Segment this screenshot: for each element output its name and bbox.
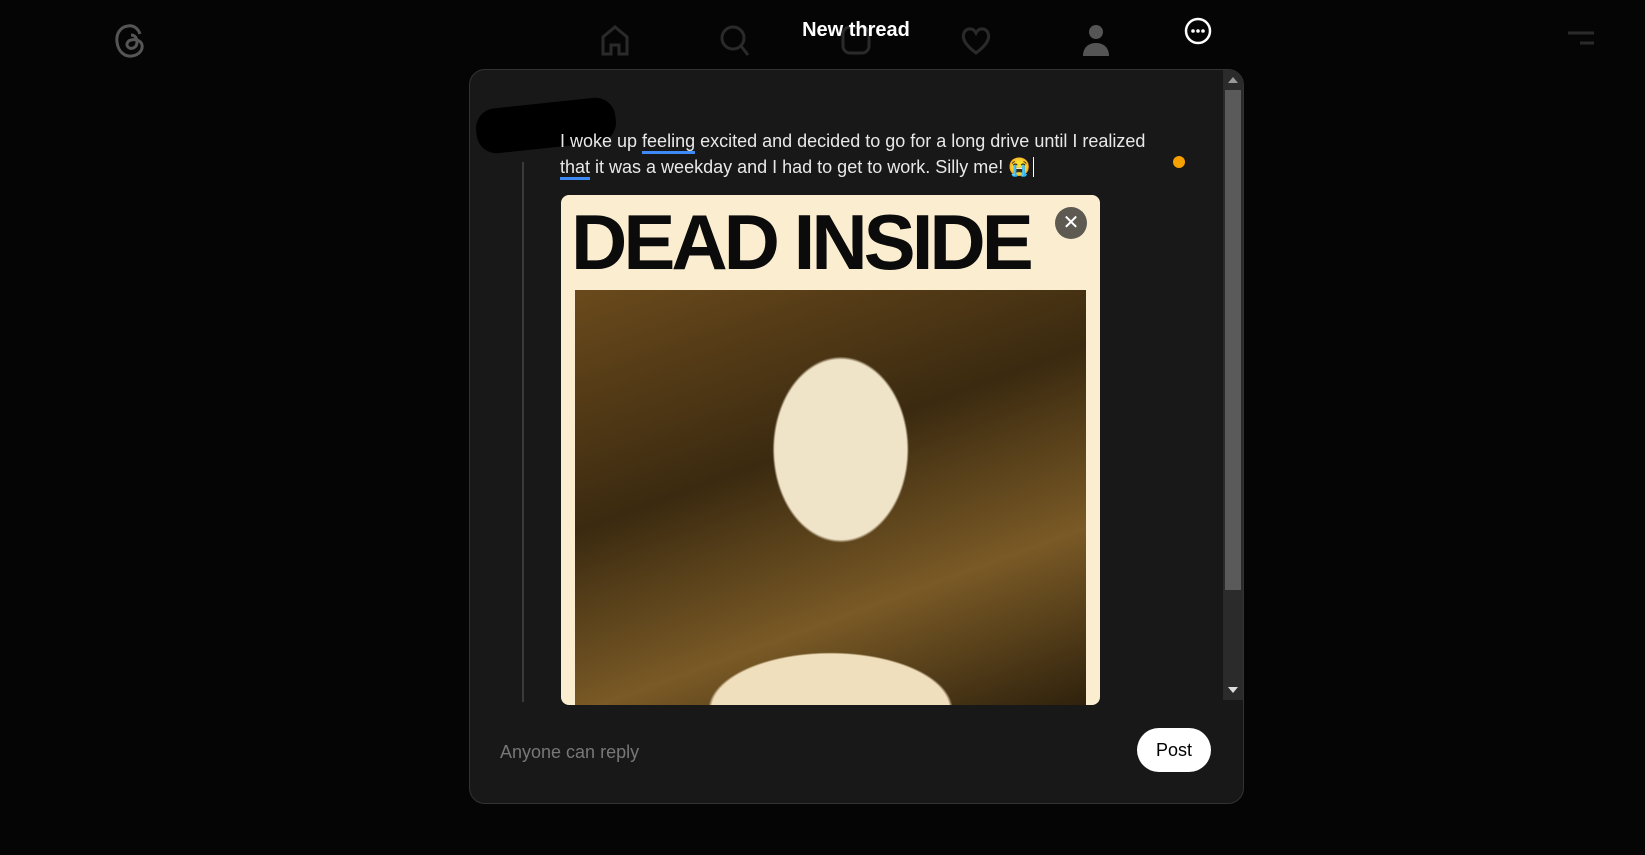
profile-icon[interactable] [1078,22,1114,58]
text-segment: excited and decided to go for a long dri… [695,131,1146,151]
threads-logo-icon[interactable] [112,20,150,62]
scrollbar-thumb[interactable] [1225,90,1241,590]
search-icon[interactable] [717,22,753,58]
crying-emoji-icon: 😭 [1008,157,1031,177]
thread-line [522,162,524,702]
remove-image-button[interactable]: ✕ [1055,207,1087,239]
scroll-up-arrow-icon[interactable] [1228,77,1238,83]
scroll-down-arrow-icon[interactable] [1228,687,1238,693]
menu-icon[interactable] [1566,30,1596,48]
page-title: New thread [802,19,910,41]
image-title-text: DEAD INSIDE [571,198,1034,286]
home-icon[interactable] [597,22,633,58]
heart-icon[interactable] [958,22,994,58]
reply-setting[interactable]: Anyone can reply [500,742,639,763]
status-dot [1173,156,1185,168]
skeleton-photo [575,290,1086,705]
text-segment: I woke up [560,131,643,151]
text-cursor [1032,157,1034,177]
text-segment: it was a weekday and I had to get to wor… [590,157,1009,177]
spellcheck-word[interactable]: that [560,157,591,180]
spellcheck-word[interactable]: feeling [642,131,696,154]
thread-text-input[interactable]: I woke up feeling excited and decided to… [560,128,1180,180]
more-icon[interactable] [1183,16,1213,46]
attached-image: DEAD INSIDE ✕ [561,195,1100,705]
scrollbar[interactable] [1223,70,1243,700]
new-thread-dialog: I woke up feeling excited and decided to… [469,69,1244,804]
post-button[interactable]: Post [1137,728,1211,772]
